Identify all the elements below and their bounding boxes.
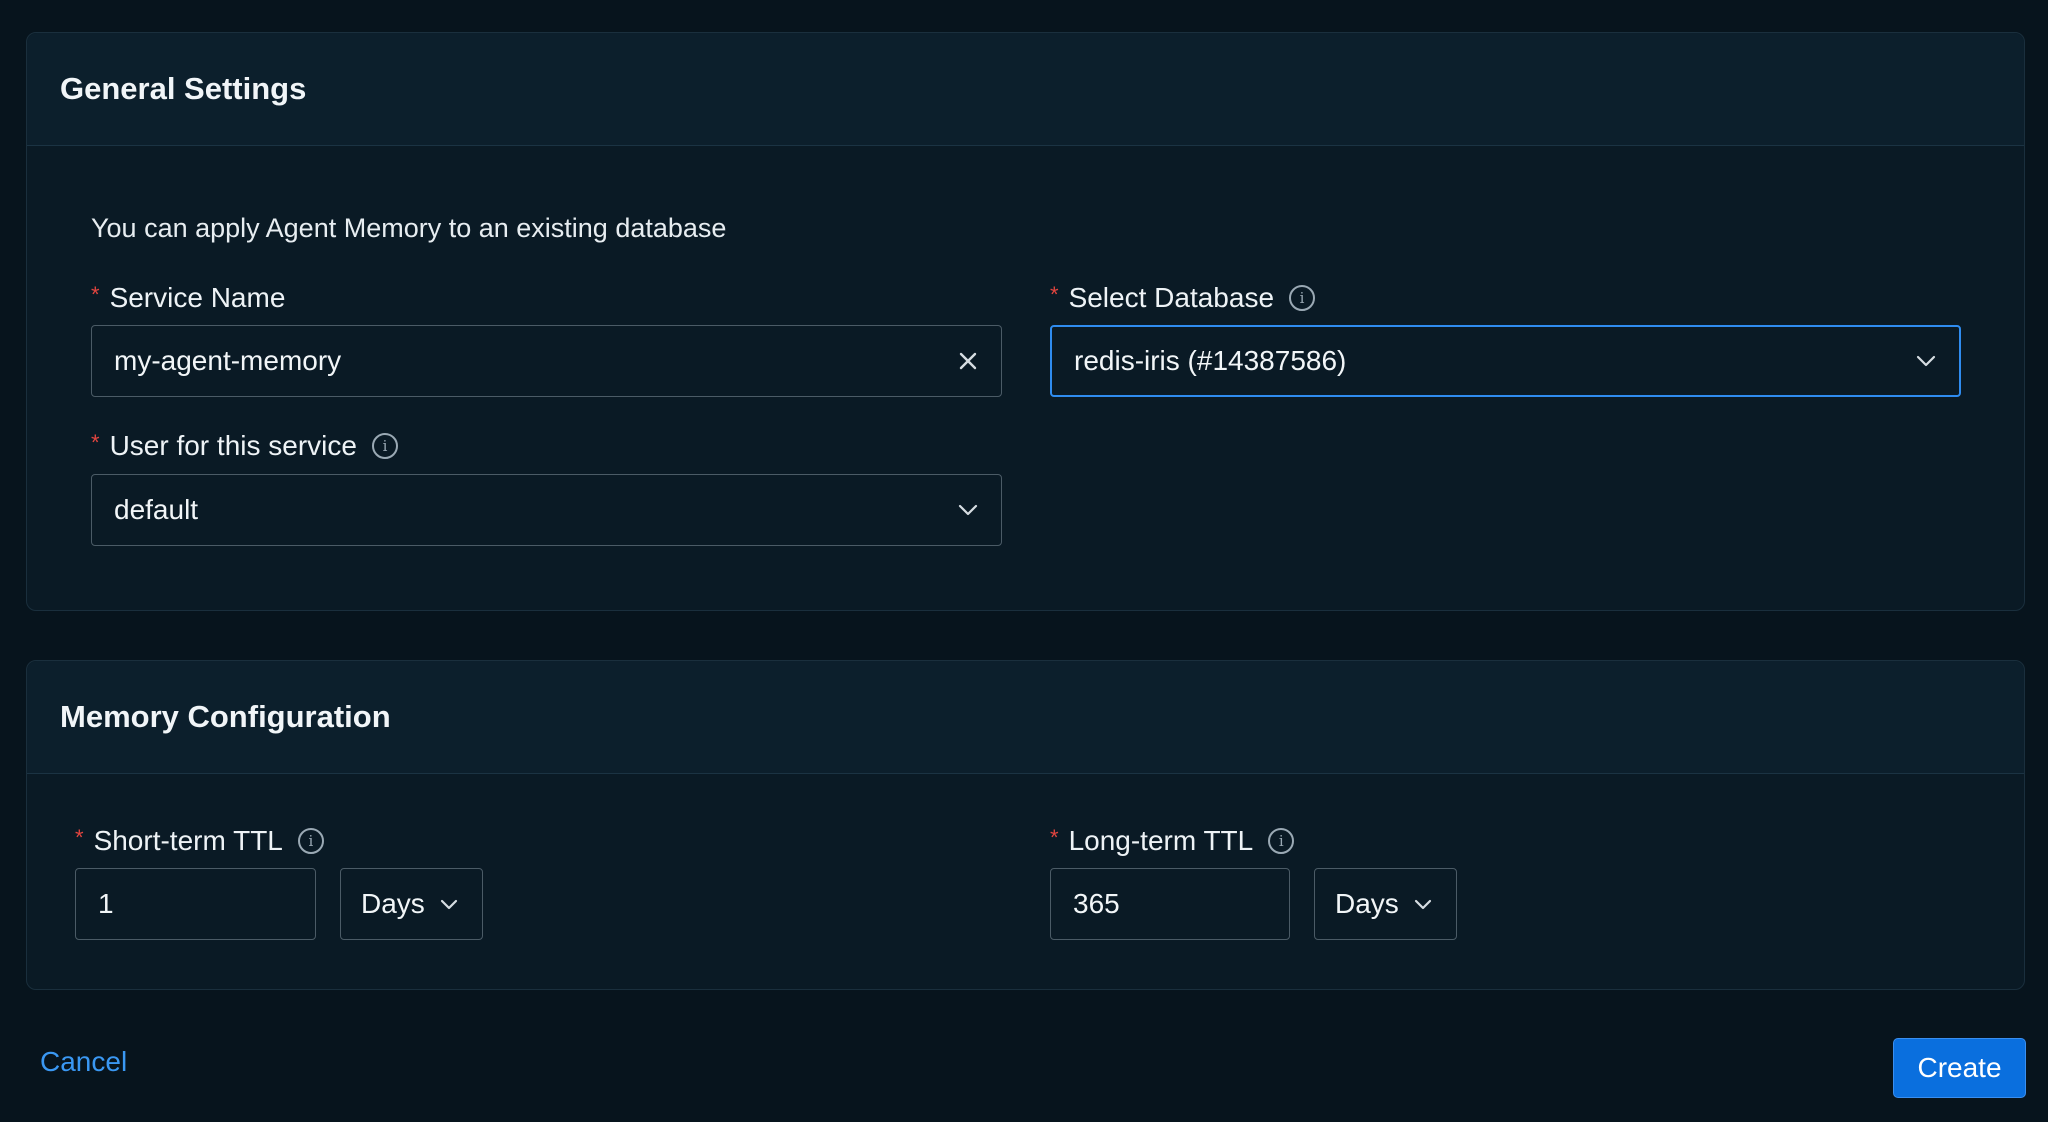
required-marker: * [75,825,84,850]
short-term-ttl-unit[interactable]: Days [361,888,425,920]
short-term-ttl-unit-dropdown[interactable]: Days [340,868,483,940]
chevron-down-icon[interactable] [957,503,979,517]
chevron-down-icon[interactable] [1413,898,1433,911]
long-term-ttl-label: * Long-term TTL i [1050,825,1295,857]
user-dropdown[interactable]: default [91,474,1002,546]
select-database-dropdown[interactable]: redis-iris (#14387586) [1050,325,1961,397]
service-name-value[interactable]: my-agent-memory [114,345,957,377]
info-icon[interactable]: i [1289,285,1316,311]
chevron-down-icon[interactable] [1915,354,1937,368]
chevron-down-icon[interactable] [439,898,459,911]
memory-configuration-panel: Memory Configuration [26,660,2025,990]
short-term-ttl-value[interactable]: 1 [98,888,293,920]
user-value[interactable]: default [114,494,957,526]
required-marker: * [91,430,100,455]
general-settings-header: General Settings [27,33,2024,146]
cancel-link[interactable]: Cancel [40,1046,127,1078]
info-icon[interactable]: i [297,828,324,854]
intro-text: You can apply Agent Memory to an existin… [91,213,727,243]
long-term-ttl-unit-dropdown[interactable]: Days [1314,868,1457,940]
required-marker: * [1050,282,1059,307]
user-label: * User for this service i [91,430,398,462]
memory-configuration-header: Memory Configuration [27,661,2024,774]
long-term-ttl-input[interactable]: 365 [1050,868,1290,940]
service-name-label: * Service Name [91,282,286,313]
general-settings-title: General Settings [60,71,307,106]
short-term-ttl-label: * Short-term TTL i [75,825,324,857]
create-button[interactable]: Create [1893,1038,2026,1098]
long-term-ttl-unit[interactable]: Days [1335,888,1399,920]
info-icon[interactable]: i [1268,828,1295,854]
service-name-input[interactable]: my-agent-memory [91,325,1002,397]
info-icon[interactable]: i [371,433,398,459]
short-term-ttl-input[interactable]: 1 [75,868,316,940]
clear-icon[interactable] [957,350,979,372]
required-marker: * [91,282,100,307]
select-database-label: * Select Database i [1050,282,1316,314]
memory-configuration-title: Memory Configuration [60,699,391,734]
long-term-ttl-value[interactable]: 365 [1073,888,1267,920]
select-database-value[interactable]: redis-iris (#14387586) [1074,345,1915,377]
required-marker: * [1050,825,1059,850]
